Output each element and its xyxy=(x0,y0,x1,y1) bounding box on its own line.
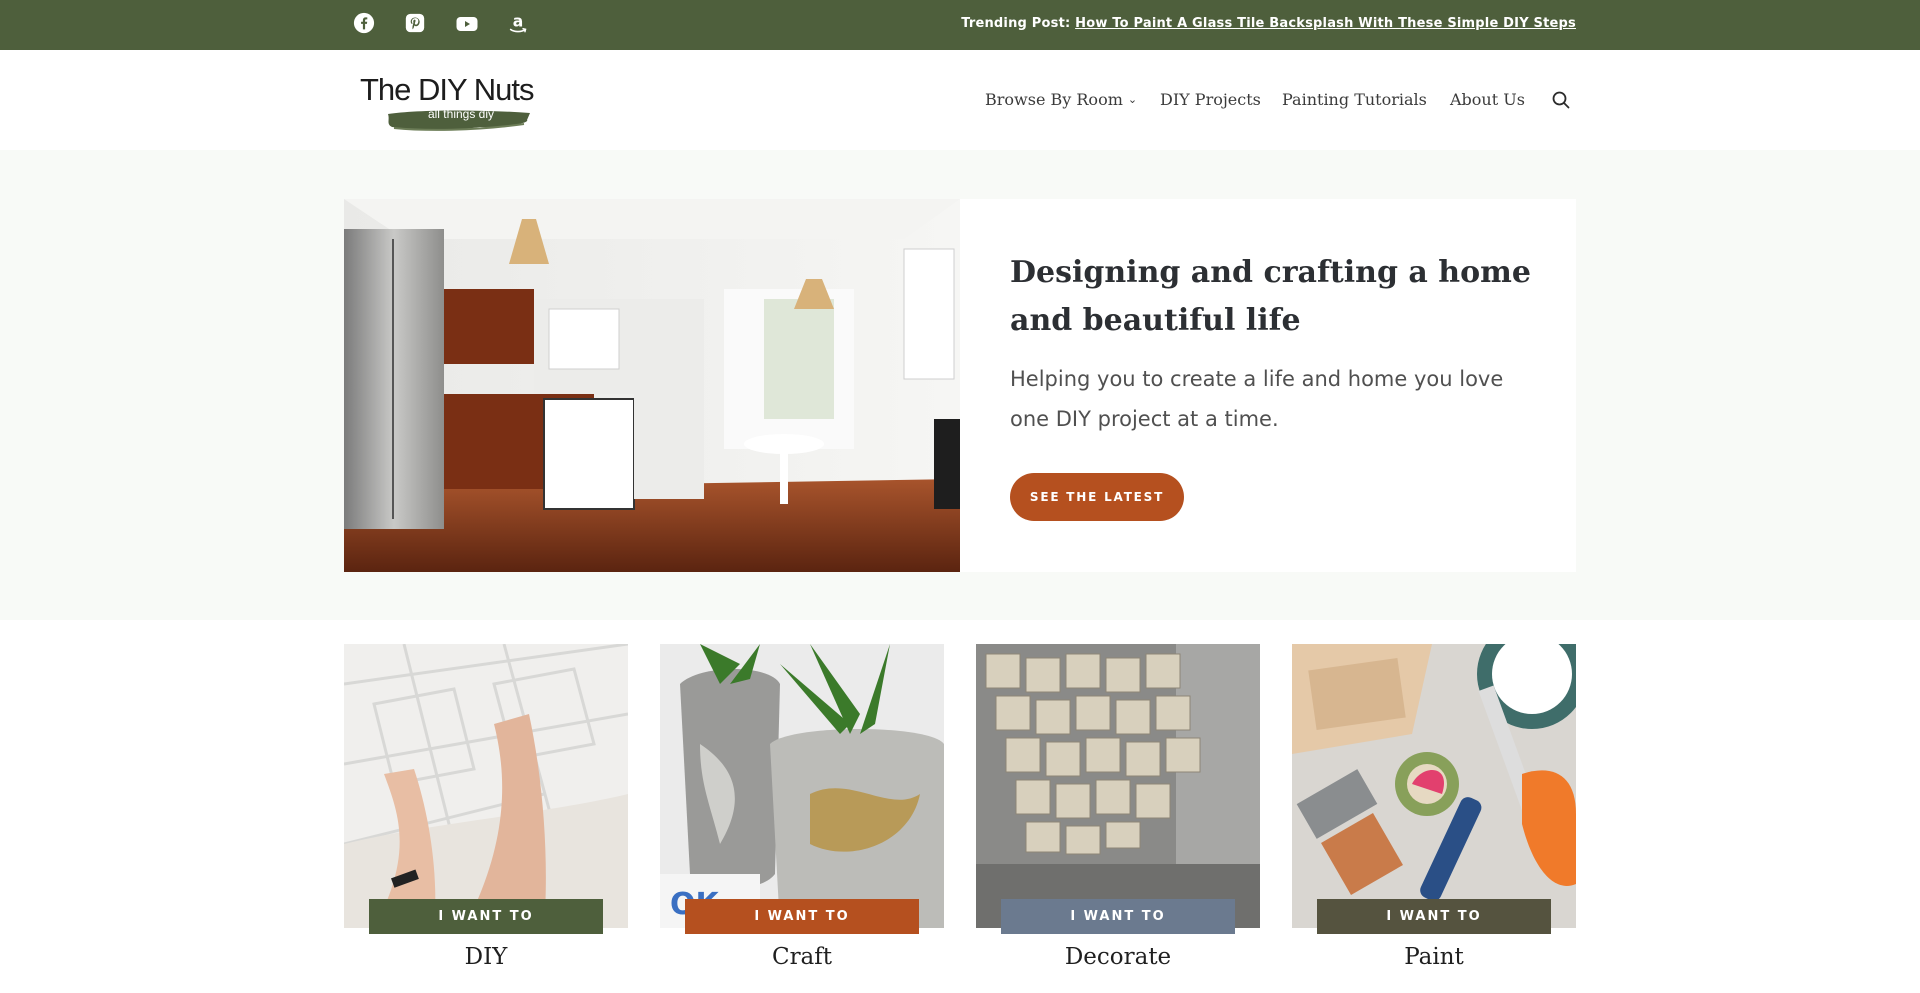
hero-kitchen-image xyxy=(344,199,960,572)
trending-post-link[interactable]: How To Paint A Glass Tile Backsplash Wit… xyxy=(1075,16,1576,31)
chevron-down-icon: ⌄ xyxy=(1127,93,1138,106)
category-card-decorate[interactable]: I WANT TO Decorate xyxy=(976,644,1260,993)
category-title-decorate: Decorate xyxy=(1064,944,1172,970)
facebook-icon[interactable] xyxy=(353,12,379,38)
hero-title: Designing and crafting a home and beauti… xyxy=(1010,255,1531,338)
category-image-paint xyxy=(1292,644,1576,928)
nav-browse-by-room[interactable]: Browse By Room ⌄ xyxy=(985,90,1137,109)
youtube-icon[interactable] xyxy=(455,12,481,38)
category-title-craft: Craft xyxy=(771,944,833,970)
top-bar: a Trending Post: How To Paint A Glass Ti… xyxy=(0,0,1920,50)
trending-post: Trending Post: How To Paint A Glass Tile… xyxy=(961,16,1576,31)
search-icon[interactable] xyxy=(1551,90,1571,110)
nav-about-us[interactable]: About Us xyxy=(1450,90,1525,109)
category-pill-paint: I WANT TO xyxy=(1317,899,1551,934)
category-pill-decorate: I WANT TO xyxy=(1001,899,1235,934)
hero-card: Designing and crafting a home and beauti… xyxy=(960,199,1576,572)
site-header: The DIY Nuts all things diy Browse By Ro… xyxy=(0,50,1920,150)
category-title-paint: Paint xyxy=(1404,944,1464,970)
amazon-icon[interactable]: a xyxy=(507,12,533,38)
category-card-diy[interactable]: I WANT TO DIY xyxy=(344,644,628,993)
category-title-diy: DIY xyxy=(464,944,508,970)
pinterest-icon[interactable] xyxy=(404,12,430,38)
nav-diy-projects[interactable]: DIY Projects xyxy=(1160,90,1261,109)
logo-title: The DIY Nuts xyxy=(360,72,535,107)
category-image-diy xyxy=(344,644,628,928)
category-image-craft: OK xyxy=(660,644,944,928)
hero-subtitle: Helping you to create a life and home yo… xyxy=(1010,367,1504,431)
category-pill-craft: I WANT TO xyxy=(685,899,919,934)
category-card-paint[interactable]: I WANT TO Paint xyxy=(1292,644,1576,993)
category-image-decorate xyxy=(976,644,1260,928)
nav-painting-tutorials[interactable]: Painting Tutorials xyxy=(1282,90,1427,109)
category-pill-diy: I WANT TO xyxy=(369,899,603,934)
site-logo[interactable]: The DIY Nuts all things diy xyxy=(356,72,536,134)
trending-label: Trending Post: xyxy=(961,16,1071,31)
category-card-craft[interactable]: OK I WANT TO Craft xyxy=(660,644,944,993)
svg-text:a: a xyxy=(513,13,524,31)
logo-tagline: all things diy xyxy=(427,107,495,121)
nav-browse-by-room-label: Browse By Room xyxy=(985,90,1123,109)
see-the-latest-button[interactable]: SEE THE LATEST xyxy=(1010,473,1184,521)
